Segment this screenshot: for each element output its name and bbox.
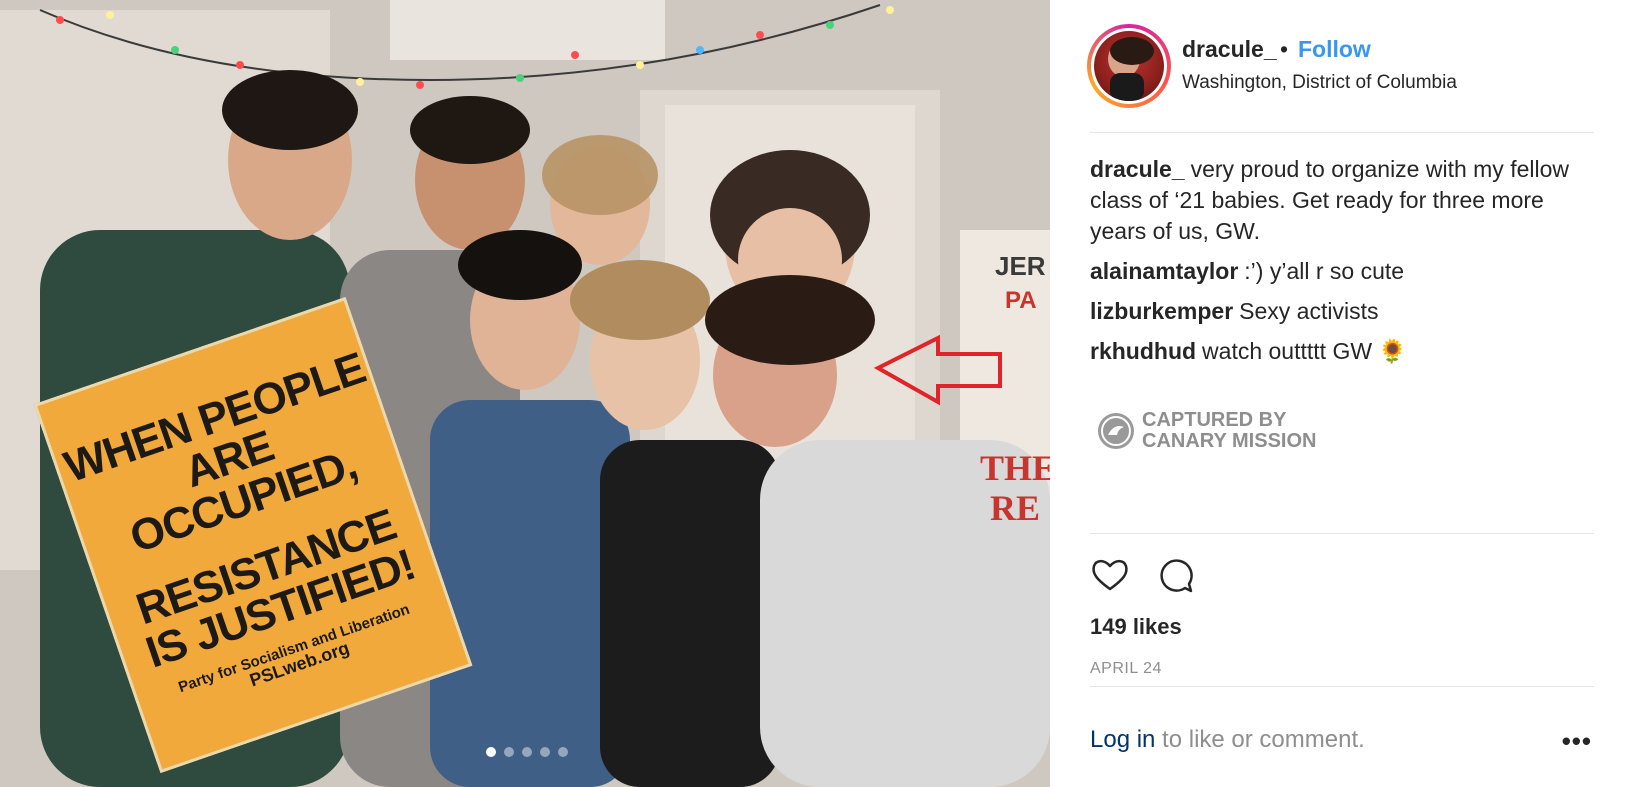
avatar-image [1094,31,1164,101]
more-options-button[interactable]: ••• [1562,726,1592,757]
red-arrow-annotation [873,334,1002,406]
login-link[interactable]: Log in [1090,726,1155,753]
carousel-dot[interactable] [558,747,568,757]
svg-text:RE: RE [990,488,1040,528]
comment: alainamtaylor:’) y’all r so cute [1090,256,1590,287]
comment-username[interactable]: rkhudhud [1090,338,1196,364]
canary-bird-icon [1098,413,1134,449]
comment-username[interactable]: alainamtaylor [1090,258,1238,284]
svg-text:THE: THE [980,448,1050,488]
likes-count[interactable]: 149 likes [1090,614,1182,640]
avatar[interactable] [1087,24,1171,108]
svg-text:PA: PA [1005,287,1037,314]
post-photo[interactable]: JER PA THE RE WHEN PEOPLE ARE OCCUPIED, … [0,0,1050,787]
post-actions [1090,555,1196,595]
watermark-line-2: CANARY MISSION [1142,430,1317,452]
divider [1090,686,1594,687]
comment: lizburkemper Sexy activists [1090,296,1590,327]
username[interactable]: dracule_ [1182,36,1277,63]
comment-text: Sexy activists [1239,298,1379,324]
divider [1090,132,1594,133]
comments-list: dracule_ very proud to organize with my f… [1090,154,1590,376]
carousel-dot[interactable] [522,747,532,757]
comment-text: watch outtttt GW 🌻 [1202,338,1408,364]
carousel-dot[interactable] [504,747,514,757]
follow-button[interactable]: Follow [1298,36,1371,63]
svg-text:JER: JER [995,251,1046,281]
carousel-dot[interactable] [540,747,550,757]
login-prompt: Log in to like or comment. [1090,726,1365,754]
comment: rkhudhud watch outtttt GW 🌻 [1090,336,1590,367]
heart-icon[interactable] [1090,555,1130,595]
login-prompt-text: to like or comment. [1155,726,1365,753]
post-details-panel: dracule_ • Follow Washington, District o… [1050,0,1634,787]
caption: dracule_ very proud to organize with my f… [1090,154,1590,247]
comment-username[interactable]: dracule_ [1090,156,1185,182]
comment-username[interactable]: lizburkemper [1090,298,1233,324]
comment-icon[interactable] [1156,555,1196,595]
location-link[interactable]: Washington, District of Columbia [1182,72,1457,94]
comment-text: :’) y’all r so cute [1244,258,1405,284]
canary-mission-watermark: CAPTURED BY CANARY MISSION [1098,410,1316,452]
carousel-dot[interactable] [486,747,496,757]
header-separator: • [1280,36,1289,62]
carousel-indicator [486,747,568,757]
post-date[interactable]: APRIL 24 [1090,660,1162,678]
watermark-line-1: CAPTURED BY [1142,409,1287,431]
divider [1090,533,1594,534]
